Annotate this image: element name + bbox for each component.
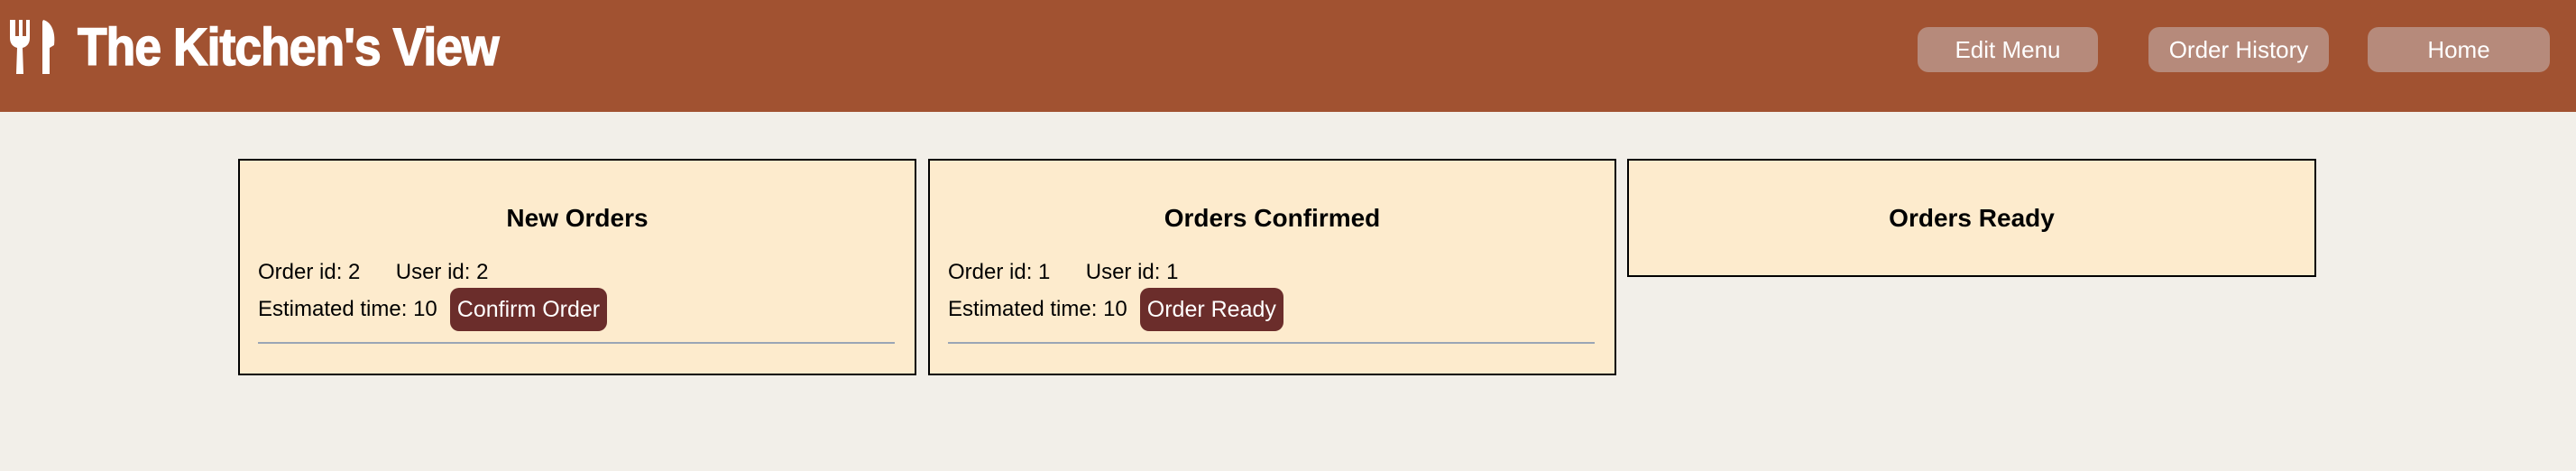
home-button[interactable]: Home [2368,27,2550,72]
estimated-time-label: Estimated time: [948,297,1098,321]
orders-ready-column: Orders Ready [1627,159,2316,277]
top-nav-bar: The Kitchen's View Edit Menu Order Histo… [0,0,2576,112]
estimated-time-value: 10 [413,297,437,321]
new-orders-column: New Orders Order id: 2 User id: 2 Estima… [238,159,916,375]
estimated-time-value: 10 [1103,297,1127,321]
fork-knife-icon [10,20,55,74]
order-divider [948,342,1595,344]
order-estimate: Estimated time: 10 Order Ready [948,287,1283,332]
app-title: The Kitchen's View [77,17,500,78]
user-id-label: User id: [395,260,471,284]
brand[interactable]: The Kitchen's View [7,17,535,78]
order-id-label: Order id: [258,260,343,284]
user-id-label: User id: [1085,260,1161,284]
order-id-value: 1 [1038,260,1051,284]
order-id-value: 2 [348,260,361,284]
user-id-value: 1 [1166,260,1179,284]
confirm-order-button[interactable]: Confirm Order [449,288,608,331]
estimated-time-label: Estimated time: [258,297,408,321]
user-id-value: 2 [476,260,489,284]
column-title: Orders Ready [1889,204,2055,232]
orders-confirmed-column: Orders Confirmed Order id: 1 User id: 1 … [928,159,1616,375]
order-id-label: Order id: [948,260,1033,284]
order-estimate: Estimated time: 10 Confirm Order [258,287,608,332]
order-ids: Order id: 1 User id: 1 [948,260,1178,285]
column-title: New Orders [506,204,649,232]
order-divider [258,342,895,344]
order-ids: Order id: 2 User id: 2 [258,260,488,285]
order-history-button[interactable]: Order History [2148,27,2329,72]
column-title: Orders Confirmed [1164,204,1381,232]
edit-menu-button[interactable]: Edit Menu [1918,27,2098,72]
order-ready-button[interactable]: Order Ready [1139,288,1283,331]
